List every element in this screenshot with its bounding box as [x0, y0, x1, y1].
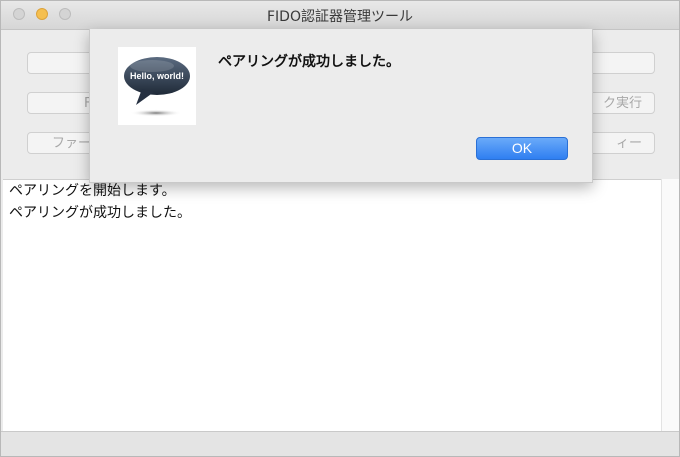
icon-caption: Hello, world!: [130, 71, 184, 81]
log-line: ペアリングが成功しました。: [9, 205, 191, 221]
alert-sheet: Hello, world! ペアリングが成功しました。 OK: [89, 29, 593, 183]
title-bar: FIDO認証器管理ツール: [1, 1, 679, 30]
log-text-view[interactable]: ペアリングを開始します。 ペアリングが成功しました。: [3, 179, 661, 431]
speech-bubble-icon: Hello, world!: [118, 47, 196, 125]
log-line: ペアリングを開始します。: [9, 183, 176, 199]
alert-message: ペアリングが成功しました。: [218, 54, 400, 70]
window-title: FIDO認証器管理ツール: [267, 9, 413, 25]
log-scrollbar[interactable]: [661, 179, 679, 431]
ok-button[interactable]: OK: [476, 137, 568, 160]
status-bar: [1, 431, 679, 456]
main-window: FIDO認証器管理ツール F ク実行 ファー ィー ペアリングを開始します。 ペ…: [0, 0, 680, 457]
